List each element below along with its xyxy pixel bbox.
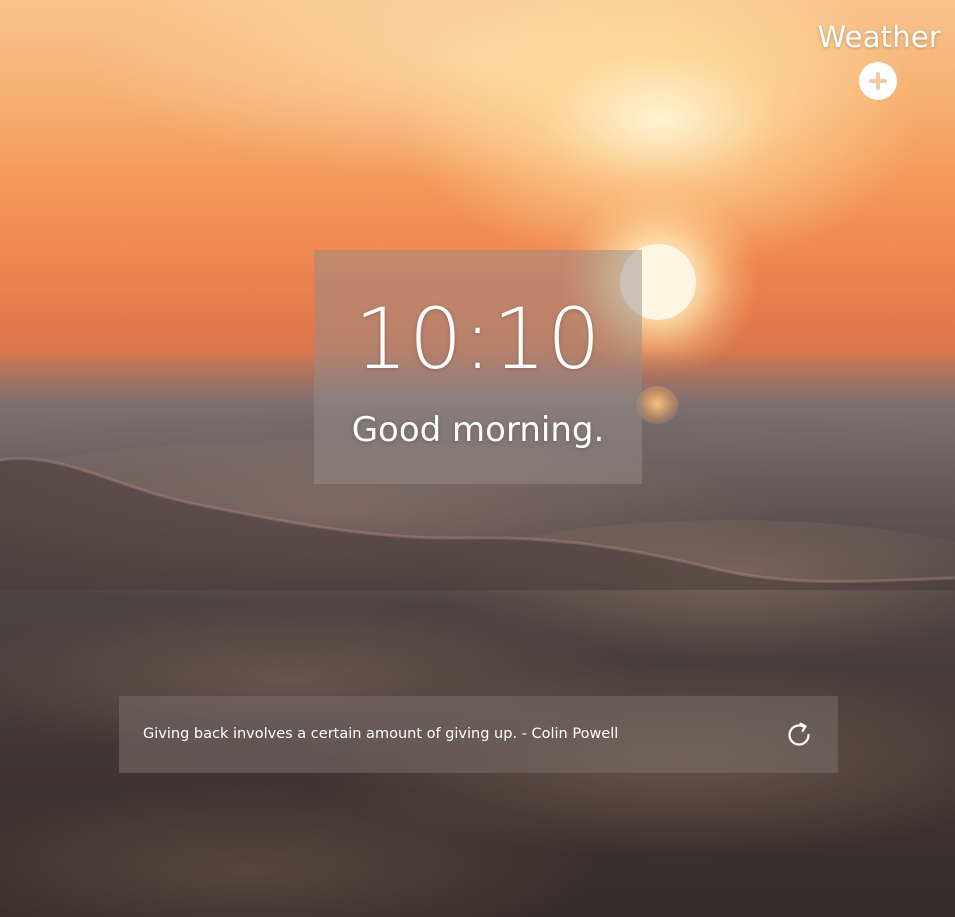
weather-widget: Weather [801,20,941,100]
new-tab-page: Weather 10:10 Good morning. Giving back … [0,0,955,917]
weather-title: Weather [817,20,941,54]
quote-text: Giving back involves a certain amount of… [143,726,619,742]
refresh-icon [788,722,810,746]
greeting-text: Good morning. [351,410,605,450]
add-weather-button[interactable] [859,62,897,100]
refresh-quote-button[interactable] [784,720,814,750]
clock-panel: 10:10 Good morning. [314,250,642,484]
quote-bar: Giving back involves a certain amount of… [119,696,838,773]
clock-time: 10:10 [354,290,602,388]
plus-icon [876,72,880,90]
